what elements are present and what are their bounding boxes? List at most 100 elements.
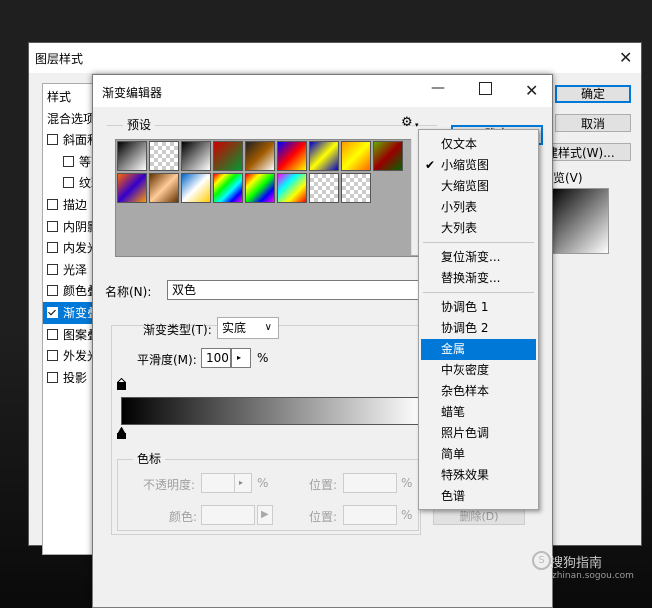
layer-style-item-label: 光泽: [63, 262, 88, 277]
preset-swatch[interactable]: [181, 173, 211, 203]
delete-stop-button: 删除(D): [433, 509, 525, 525]
checkbox[interactable]: [63, 155, 74, 167]
smoothness-unit: %: [257, 351, 269, 365]
preset-swatch[interactable]: [309, 141, 339, 171]
color-swatch-field: [201, 505, 255, 525]
arrow-right-icon[interactable]: ▸: [231, 348, 251, 368]
new-style-button[interactable]: 建样式(W)...: [541, 143, 631, 161]
layer-style-cancel-button[interactable]: 取消: [555, 114, 631, 132]
gradient-preview-bar[interactable]: [121, 397, 423, 425]
menu-item[interactable]: 仅文本: [421, 134, 536, 155]
menu-separator: [423, 242, 534, 243]
checkbox[interactable]: [47, 242, 58, 254]
color-label: 颜色:: [169, 510, 198, 524]
menu-item[interactable]: 大列表: [421, 218, 536, 239]
checkbox[interactable]: [47, 134, 58, 146]
menu-item[interactable]: 复位渐变...: [421, 247, 536, 268]
checkbox[interactable]: [47, 199, 58, 210]
preset-swatch[interactable]: [373, 141, 403, 171]
menu-item-label: 特殊效果: [441, 468, 490, 482]
menu-separator: [423, 292, 534, 293]
gradient-editor-titlebar: 渐变编辑器 — ✕: [93, 75, 552, 107]
menu-item[interactable]: 蜡笔: [421, 402, 536, 423]
presets-label: 预设: [123, 116, 156, 133]
menu-item[interactable]: 替换渐变...: [421, 268, 536, 289]
checkbox[interactable]: [47, 263, 58, 275]
color-location-input: [343, 505, 397, 525]
checkmark-icon: ✔: [425, 158, 436, 172]
preset-swatch[interactable]: [117, 141, 147, 171]
preset-swatch[interactable]: [245, 173, 275, 203]
layer-style-item-label: 描边: [63, 198, 88, 212]
color-location-label: 位置:: [309, 510, 338, 524]
checkbox[interactable]: [47, 307, 58, 318]
preset-swatch-grid: [115, 139, 423, 257]
menu-item[interactable]: 特殊效果: [421, 465, 536, 486]
menu-item-label: 大列表: [441, 221, 478, 235]
menu-item[interactable]: 大缩览图: [421, 176, 536, 197]
preset-swatch[interactable]: [213, 141, 243, 171]
menu-item[interactable]: 照片色调: [421, 423, 536, 444]
menu-item-label: 照片色调: [441, 426, 490, 440]
gear-icon[interactable]: ⚙: [401, 115, 413, 130]
menu-item[interactable]: 小列表: [421, 197, 536, 218]
menu-item[interactable]: 协调色 1: [421, 297, 536, 318]
checkbox[interactable]: [47, 328, 58, 340]
watermark-url: zhinan.sogou.com: [552, 571, 634, 581]
layer-style-ok-button[interactable]: 确定: [555, 85, 631, 103]
preset-swatch[interactable]: [117, 173, 147, 203]
menu-item[interactable]: 金属: [421, 339, 536, 360]
menu-item-label: 小缩览图: [441, 158, 490, 172]
smoothness-input[interactable]: 100: [201, 348, 231, 368]
opacity-unit: %: [257, 476, 269, 490]
menu-item[interactable]: ✔ 小缩览图: [421, 155, 536, 176]
color-stop-left[interactable]: [117, 427, 126, 439]
checkbox[interactable]: [47, 350, 58, 362]
close-icon[interactable]: ✕: [525, 83, 538, 99]
preset-swatch[interactable]: [245, 141, 275, 171]
opacity-location-input: [343, 473, 397, 493]
menu-item[interactable]: 杂色样本: [421, 381, 536, 402]
preset-swatch[interactable]: [213, 173, 243, 203]
layer-style-item-label: 样式: [47, 90, 72, 104]
menu-item-label: 金属: [441, 342, 466, 356]
menu-item[interactable]: 简单: [421, 444, 536, 465]
opacity-location-unit: %: [401, 476, 413, 490]
close-icon[interactable]: ✕: [619, 50, 632, 66]
menu-item-label: 复位渐变...: [441, 250, 501, 264]
preset-swatch[interactable]: [341, 173, 371, 203]
menu-item-label: 大缩览图: [441, 179, 490, 193]
menu-item[interactable]: 协调色 2: [421, 318, 536, 339]
preset-swatch[interactable]: [181, 141, 211, 171]
menu-item[interactable]: 中灰密度: [421, 360, 536, 381]
chevron-down-icon: ∨: [264, 322, 272, 333]
gradient-editor-title: 渐变编辑器: [102, 86, 163, 100]
opacity-label: 不透明度:: [143, 478, 196, 492]
checkbox[interactable]: [47, 285, 58, 297]
preset-swatch[interactable]: [277, 173, 307, 203]
chevron-down-icon[interactable]: ▾: [415, 121, 419, 129]
menu-item[interactable]: 色谱: [421, 486, 536, 507]
arrow-right-icon: ▸: [234, 473, 252, 493]
preset-swatch[interactable]: [149, 141, 179, 171]
preset-swatch[interactable]: [149, 173, 179, 203]
checkbox[interactable]: [47, 220, 58, 232]
arrow-right-icon: ▶: [257, 505, 273, 525]
maximize-icon[interactable]: [479, 82, 492, 95]
gradient-name-input[interactable]: 双色: [167, 280, 421, 300]
layer-style-title: 图层样式: [35, 52, 84, 66]
opacity-stop-left[interactable]: [117, 378, 126, 390]
preset-swatch[interactable]: [277, 141, 307, 171]
name-label: 名称(N):: [105, 285, 152, 299]
gradient-type-label: 渐变类型(T):: [143, 323, 212, 337]
preset-swatch[interactable]: [341, 141, 371, 171]
checkbox[interactable]: [63, 177, 74, 189]
minimize-icon[interactable]: —: [431, 80, 445, 96]
style-preview-thumbnail: [549, 188, 609, 254]
gradient-type-select[interactable]: 实底 ∨: [217, 317, 279, 339]
preset-swatch[interactable]: [309, 173, 339, 203]
color-location-unit: %: [401, 508, 413, 522]
checkbox[interactable]: [47, 371, 58, 383]
menu-item-label: 蜡笔: [441, 405, 466, 419]
menu-item-label: 杂色样本: [441, 384, 490, 398]
